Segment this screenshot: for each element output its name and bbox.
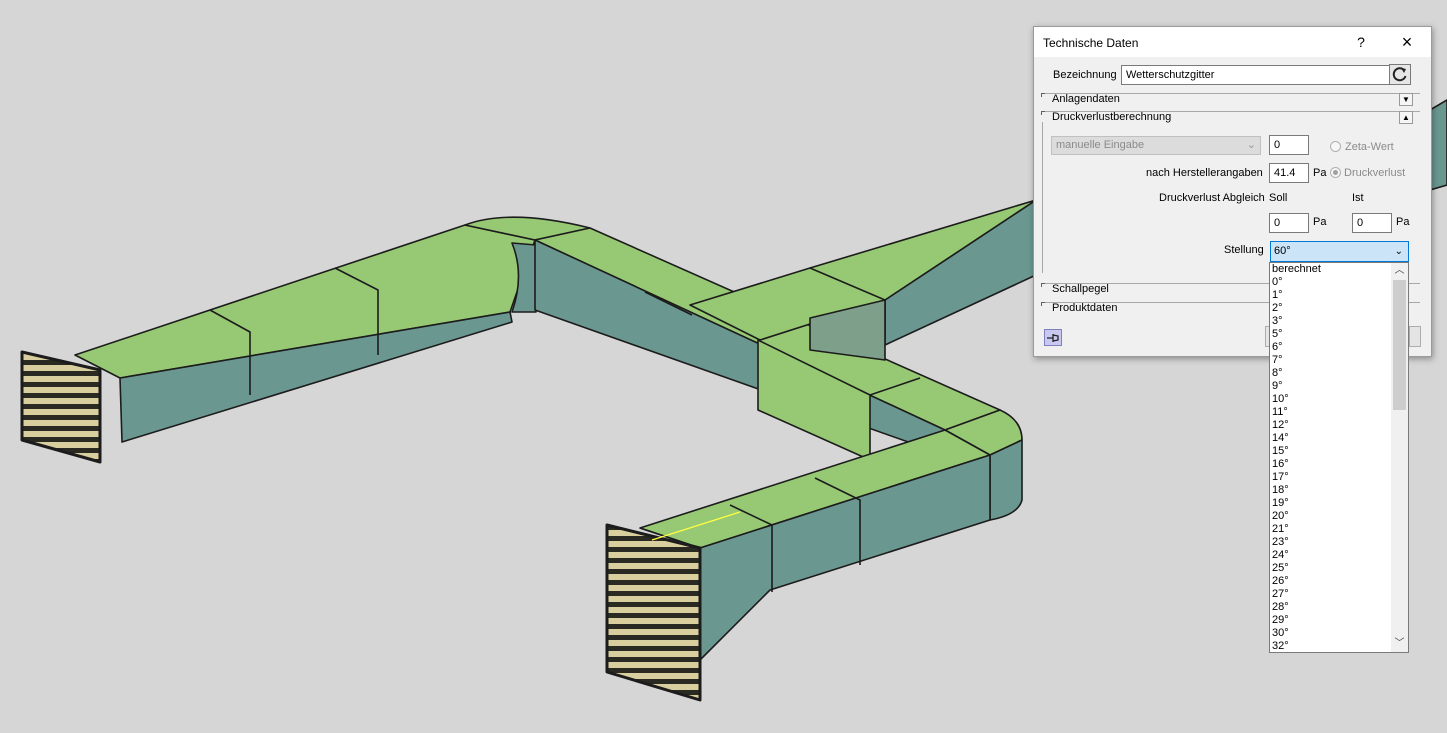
pin-button[interactable]: [1044, 329, 1062, 346]
scrollbar[interactable]: ︿ ﹀: [1391, 263, 1408, 652]
stellung-label: Stellung: [1224, 244, 1264, 256]
section-title: Schallpegel: [1052, 283, 1109, 295]
dropdown-option[interactable]: 8°: [1272, 367, 1390, 380]
section-title: Anlagendaten: [1052, 93, 1120, 105]
chevron-down-icon[interactable]: ﹀: [1391, 636, 1408, 652]
dropdown-option[interactable]: 28°: [1272, 601, 1390, 614]
weather-grille: [606, 524, 701, 701]
soll-input[interactable]: 0: [1269, 213, 1309, 233]
hersteller-label: nach Herstellerangaben: [1146, 167, 1263, 179]
dropdown-option[interactable]: 16°: [1272, 458, 1390, 471]
chevron-down-icon: ⌄: [1246, 139, 1256, 151]
refresh-icon: [1392, 67, 1407, 82]
dropdown-option[interactable]: 0°: [1272, 276, 1390, 289]
duct-segment: [1429, 99, 1447, 191]
refresh-button[interactable]: [1389, 64, 1411, 85]
scrollbar-thumb[interactable]: [1393, 280, 1406, 410]
group-border: [1042, 122, 1043, 273]
calc-method-select: manuelle Eingabe ⌄: [1051, 136, 1261, 155]
zeta-input[interactable]: 0: [1269, 135, 1309, 155]
dropdown-option[interactable]: berechnet: [1272, 263, 1390, 276]
dropdown-option[interactable]: 18°: [1272, 484, 1390, 497]
dropdown-option[interactable]: 24°: [1272, 549, 1390, 562]
help-button[interactable]: ?: [1350, 33, 1372, 51]
dropdown-option[interactable]: 7°: [1272, 354, 1390, 367]
dropdown-option[interactable]: 17°: [1272, 471, 1390, 484]
chevron-down-icon: ⌄: [1394, 246, 1403, 257]
chevron-up-icon[interactable]: ︿: [1391, 263, 1408, 279]
calc-method-value: manuelle Eingabe: [1056, 139, 1145, 151]
dropdown-option[interactable]: 30°: [1272, 627, 1390, 640]
druckverlust-label: Druckverlust: [1344, 167, 1406, 179]
dropdown-option[interactable]: 32°: [1272, 640, 1390, 652]
dropdown-option[interactable]: 15°: [1272, 445, 1390, 458]
dropdown-option[interactable]: 19°: [1272, 497, 1390, 510]
section-druckverlustberechnung[interactable]: Druckverlustberechnung ▲: [1041, 111, 1420, 124]
dialog-title: Technische Daten: [1043, 36, 1139, 50]
dropdown-option[interactable]: 9°: [1272, 380, 1390, 393]
dropdown-option[interactable]: 26°: [1272, 575, 1390, 588]
dropdown-option[interactable]: 12°: [1272, 419, 1390, 432]
dropdown-option[interactable]: 10°: [1272, 393, 1390, 406]
dropdown-option[interactable]: 23°: [1272, 536, 1390, 549]
section-title: Druckverlustberechnung: [1052, 111, 1172, 123]
soll-label: Soll: [1269, 192, 1288, 204]
dropdown-option[interactable]: 5°: [1272, 328, 1390, 341]
zeta-label: Zeta-Wert: [1345, 141, 1394, 153]
hersteller-input[interactable]: 41.4: [1269, 163, 1309, 183]
dropdown-option[interactable]: 11°: [1272, 406, 1390, 419]
duct-elbow: [989, 439, 1023, 521]
ist-input[interactable]: 0: [1352, 213, 1392, 233]
dropdown-option[interactable]: 20°: [1272, 510, 1390, 523]
pin-icon: [1047, 334, 1059, 342]
dialog-button[interactable]: [1409, 326, 1421, 347]
stellung-dropdown-list[interactable]: berechnet 0° 1° 2° 3° 5° 6° 7° 8° 9° 10° 11° 12° 14° 1…: [1269, 262, 1409, 653]
close-button[interactable]: ×: [1396, 31, 1418, 53]
unit-pa: Pa: [1313, 167, 1327, 179]
dropdown-options: berechnet 0° 1° 2° 3° 5° 6° 7° 8° 9° 10° 11° 12° 14° 1…: [1272, 263, 1390, 652]
stellung-select[interactable]: 60° ⌄: [1270, 241, 1409, 262]
dropdown-option[interactable]: 29°: [1272, 614, 1390, 627]
chevron-up-icon[interactable]: ▲: [1399, 111, 1413, 124]
abgleich-label: Druckverlust Abgleich: [1159, 192, 1265, 204]
section-title: Produktdaten: [1052, 302, 1118, 314]
zeta-radio[interactable]: [1330, 141, 1341, 152]
dropdown-option[interactable]: 2°: [1272, 302, 1390, 315]
stellung-value: 60°: [1274, 245, 1291, 257]
ist-label: Ist: [1352, 192, 1364, 204]
dropdown-option[interactable]: 14°: [1272, 432, 1390, 445]
dropdown-option[interactable]: 27°: [1272, 588, 1390, 601]
dropdown-option[interactable]: 21°: [1272, 523, 1390, 536]
dropdown-option[interactable]: 3°: [1272, 315, 1390, 328]
unit-pa: Pa: [1396, 216, 1410, 228]
title-bar[interactable]: Technische Daten ? ×: [1034, 27, 1431, 57]
section-anlagendaten[interactable]: Anlagendaten ▼: [1041, 93, 1420, 106]
dropdown-option[interactable]: 6°: [1272, 341, 1390, 354]
druckverlust-radio[interactable]: [1330, 167, 1341, 178]
bezeichnung-label: Bezeichnung: [1053, 69, 1117, 81]
chevron-down-icon[interactable]: ▼: [1399, 93, 1413, 106]
bezeichnung-input[interactable]: Wetterschutzgitter: [1121, 65, 1391, 85]
dropdown-option[interactable]: 25°: [1272, 562, 1390, 575]
dropdown-option[interactable]: 1°: [1272, 289, 1390, 302]
unit-pa: Pa: [1313, 216, 1327, 228]
